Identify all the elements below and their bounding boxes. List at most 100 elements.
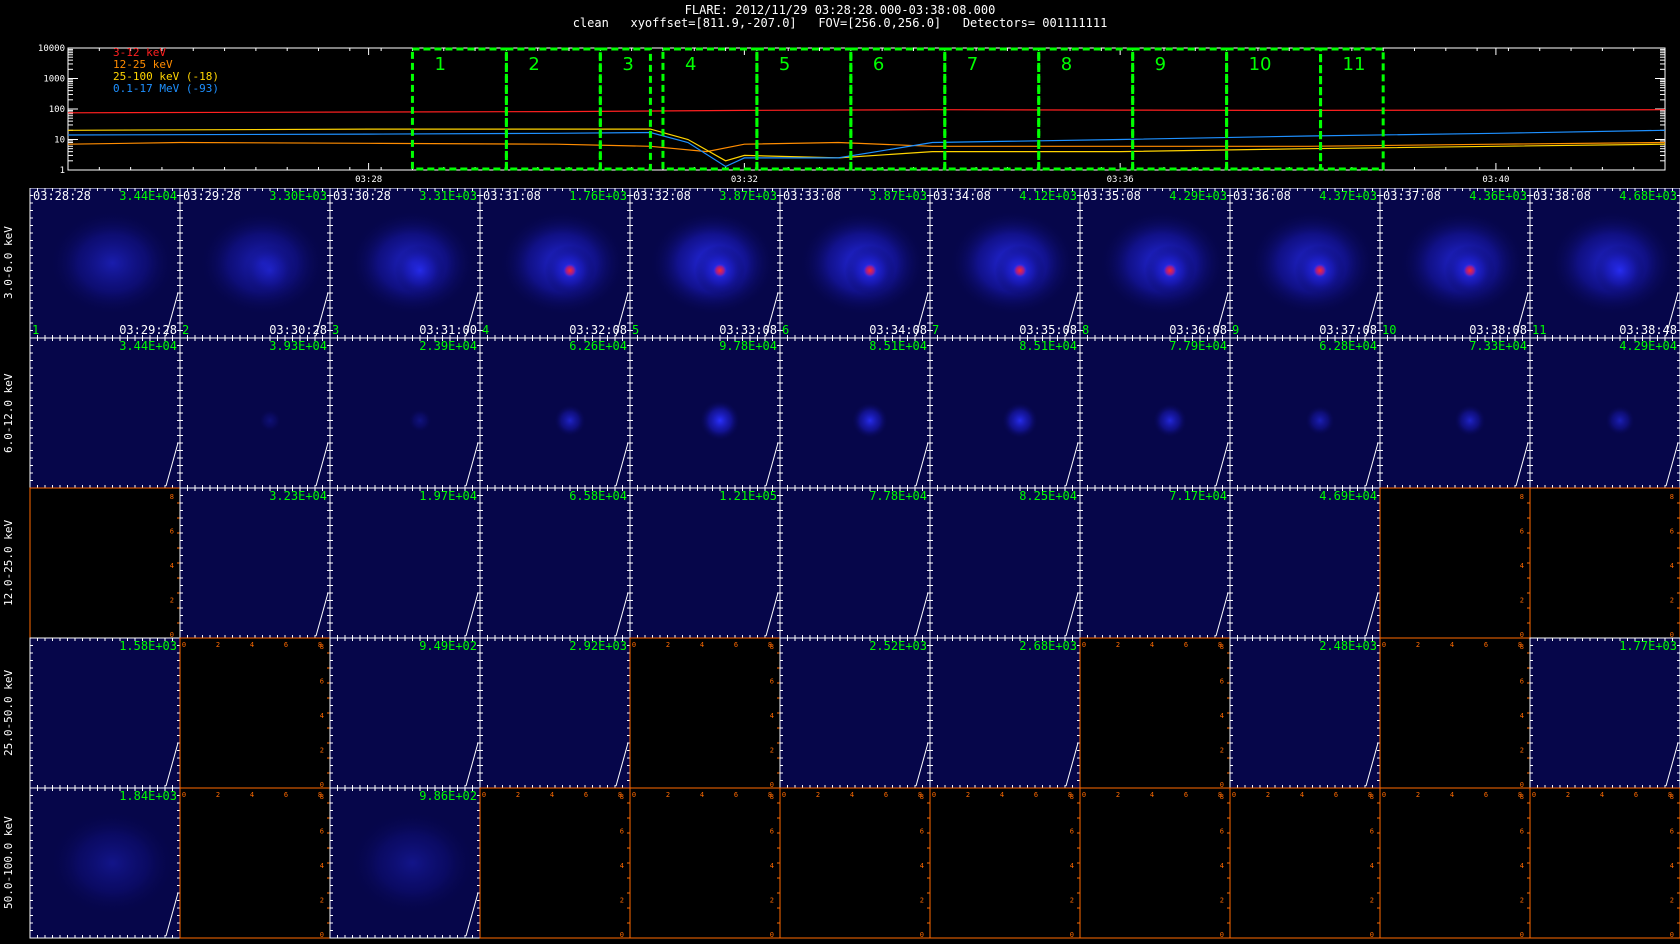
- empty-axis-label: 4: [320, 712, 324, 720]
- empty-axis-label: 2: [770, 747, 774, 755]
- empty-axis-label: 0: [1070, 931, 1074, 939]
- empty-axis-label: 6: [1520, 828, 1524, 836]
- empty-axis-label: 2: [320, 747, 324, 755]
- image-panel: [1530, 638, 1680, 788]
- empty-axis-label: 2: [816, 791, 820, 799]
- empty-axis-label: 6: [920, 828, 924, 836]
- peak-value-label: 6.58E+04: [569, 489, 627, 503]
- empty-axis-label: 2: [1370, 897, 1374, 905]
- empty-axis-label: 4: [1370, 862, 1374, 870]
- empty-axis-label: 4: [700, 791, 704, 799]
- image-panel: [1080, 488, 1230, 638]
- interval-start-time: 03:33:08: [783, 189, 841, 203]
- empty-axis-label: 6: [734, 791, 738, 799]
- empty-axis-label: 2: [1520, 747, 1524, 755]
- peak-value-label: 4.37E+03: [1319, 189, 1377, 203]
- source-halo: [553, 404, 587, 437]
- image-panel: [630, 488, 780, 638]
- diffuse-emission: [49, 810, 176, 916]
- energy-row-label: 6.0-12.0 keV: [2, 373, 15, 453]
- empty-axis-label: 0: [1082, 641, 1086, 649]
- image-panel: [330, 338, 480, 488]
- interval-label: 11: [1343, 54, 1366, 75]
- empty-panel: [1529, 787, 1680, 939]
- source-core: [713, 263, 727, 278]
- interval-start-time: 03:28:28: [33, 189, 91, 203]
- energy-row-label: 25.0-50.0 keV: [2, 669, 15, 757]
- empty-panel: [1229, 787, 1381, 939]
- empty-axis-label: 4: [1150, 791, 1154, 799]
- empty-axis-label: 6: [770, 678, 774, 686]
- empty-axis-label: 2: [1670, 597, 1674, 605]
- interval-label: 2: [528, 54, 539, 75]
- image-panel: [480, 638, 630, 788]
- empty-axis-label: 4: [700, 641, 704, 649]
- empty-axis-label: 4: [170, 562, 174, 570]
- peak-value-label: 4.12E+03: [1019, 189, 1077, 203]
- interval-box: [410, 47, 508, 171]
- image-panel: [180, 488, 330, 638]
- empty-axis-label: 2: [1416, 791, 1420, 799]
- source-halo: [851, 402, 889, 439]
- empty-axis-label: 8: [918, 791, 922, 799]
- empty-panel: [1529, 487, 1680, 639]
- empty-axis-label: 6: [1484, 641, 1488, 649]
- empty-axis-label: 2: [216, 641, 220, 649]
- empty-axis-label: 4: [250, 791, 254, 799]
- source-halo: [408, 408, 432, 433]
- empty-axis-label: 8: [1218, 641, 1222, 649]
- empty-axis-label: 0: [320, 931, 324, 939]
- empty-axis-label: 8: [1518, 641, 1522, 649]
- peak-value-label: 4.29E+04: [1619, 339, 1677, 353]
- empty-panel: [1379, 637, 1531, 789]
- empty-axis-label: 4: [1520, 862, 1524, 870]
- empty-axis-label: 6: [1070, 828, 1074, 836]
- empty-axis-label: 2: [1070, 897, 1074, 905]
- image-panel: [780, 638, 930, 788]
- image-panel: [1380, 338, 1530, 488]
- empty-panel: [929, 787, 1081, 939]
- y-tick-label: 1: [60, 166, 65, 176]
- image-panel: [330, 638, 480, 788]
- interval-index: 10: [1382, 323, 1396, 337]
- empty-axis-label: 6: [734, 641, 738, 649]
- empty-axis-label: 4: [770, 862, 774, 870]
- x-tick-label: 03:40: [1482, 175, 1509, 185]
- interval-start-time: 03:35:08: [1083, 189, 1141, 203]
- image-panel: [1530, 338, 1680, 488]
- empty-axis-label: 8: [1218, 791, 1222, 799]
- empty-axis-label: 6: [1484, 791, 1488, 799]
- empty-axis-label: 2: [1220, 747, 1224, 755]
- empty-panel: [29, 487, 181, 639]
- empty-axis-label: 0: [1082, 791, 1086, 799]
- empty-axis-label: 0: [1220, 931, 1224, 939]
- empty-axis-label: 6: [1334, 791, 1338, 799]
- source-halo: [1001, 402, 1039, 439]
- interval-label: 4: [685, 54, 696, 75]
- source-halo: [394, 245, 446, 296]
- empty-axis-label: 0: [632, 641, 636, 649]
- empty-axis-label: 4: [1520, 712, 1524, 720]
- peak-value-label: 3.87E+03: [719, 189, 777, 203]
- lightcurve-frame: [67, 47, 1666, 171]
- interval-end-time: 03:29:28: [119, 323, 177, 337]
- empty-axis-label: 2: [1116, 641, 1120, 649]
- empty-axis-label: 4: [1150, 641, 1154, 649]
- empty-axis-label: 2: [966, 791, 970, 799]
- peak-value-label: 3.30E+03: [269, 189, 327, 203]
- empty-panel: [779, 787, 931, 939]
- empty-axis-label: 4: [1670, 562, 1674, 570]
- empty-axis-label: 2: [1416, 641, 1420, 649]
- empty-axis-label: 8: [1068, 791, 1072, 799]
- empty-axis-label: 6: [1634, 791, 1638, 799]
- empty-axis-label: 6: [320, 678, 324, 686]
- empty-panel: [1079, 787, 1231, 939]
- peak-value-label: 8.25E+04: [1019, 489, 1077, 503]
- empty-axis-label: 2: [1520, 897, 1524, 905]
- interval-end-time: 03:31:00: [419, 323, 477, 337]
- peak-value-label: 4.68E+03: [1619, 189, 1677, 203]
- peak-value-label: 8.51E+04: [869, 339, 927, 353]
- diffuse-emission: [49, 210, 176, 316]
- peak-value-label: 2.68E+03: [1019, 639, 1077, 653]
- empty-axis-label: 2: [1116, 791, 1120, 799]
